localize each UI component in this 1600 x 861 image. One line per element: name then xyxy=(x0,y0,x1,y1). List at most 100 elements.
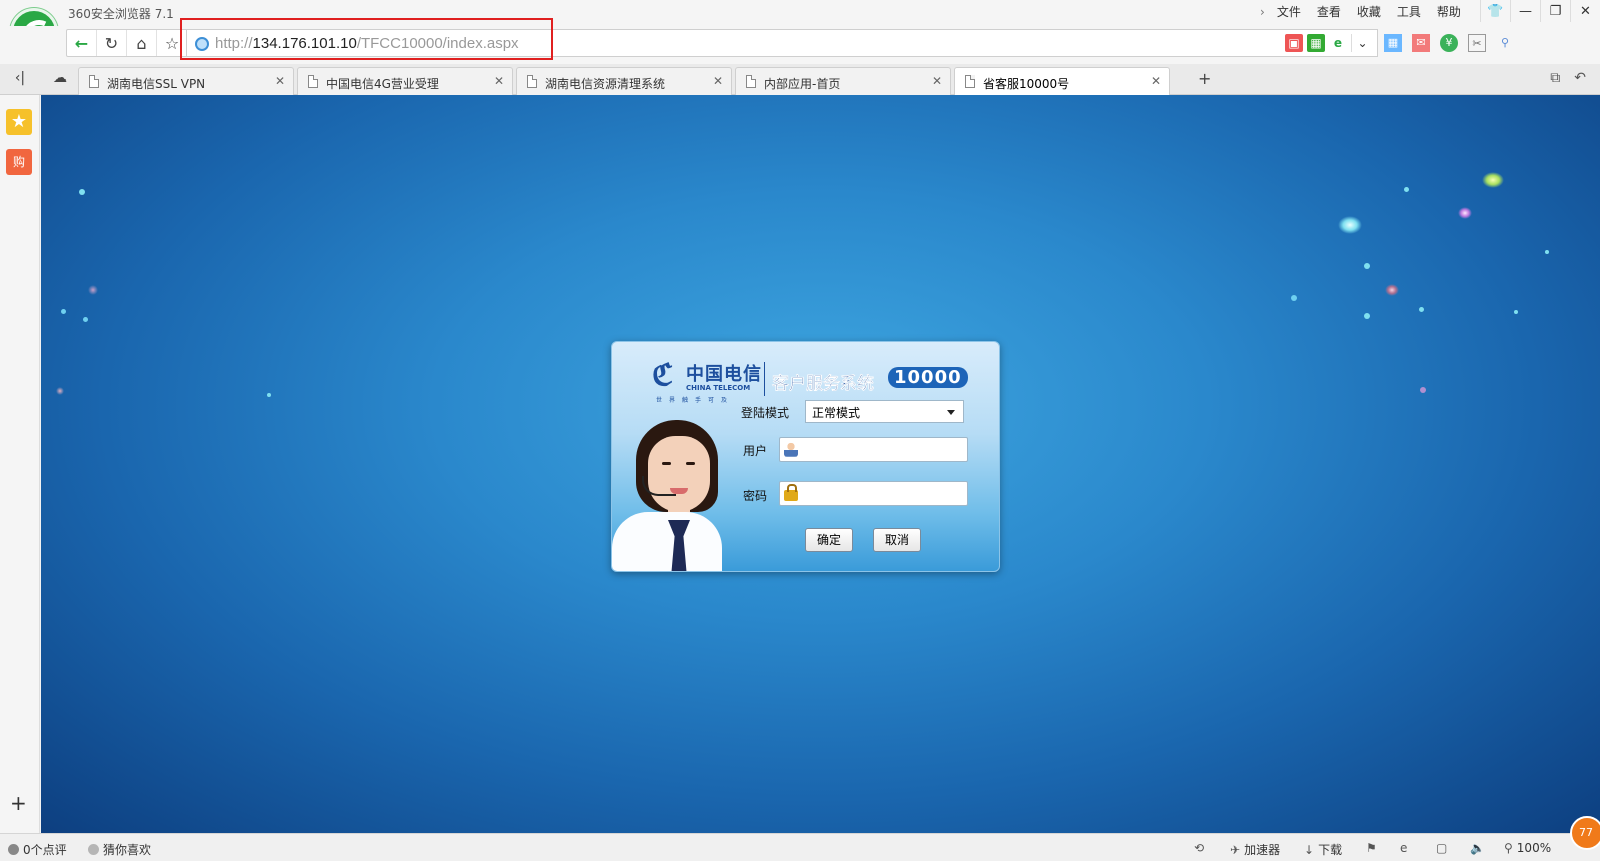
password-input[interactable] xyxy=(779,481,968,506)
password-label: 密码 xyxy=(743,489,768,503)
star-dot xyxy=(1545,250,1549,254)
shield-icon[interactable]: ¥ xyxy=(1440,34,1458,52)
accelerator-button[interactable]: ✈ 加速器 xyxy=(1230,841,1280,858)
rocket-icon: ✈ xyxy=(1230,842,1241,857)
brand-header: ℭ 中国电信 CHINA TELECOM 世界触手可及 客户服务系统 10000 xyxy=(652,358,968,404)
screenshot-icon[interactable]: ✂ xyxy=(1468,34,1486,52)
shopping-icon[interactable]: 购 xyxy=(6,149,32,175)
new-tab-icon[interactable]: + xyxy=(1198,69,1211,88)
close-tab-icon[interactable]: ✕ xyxy=(932,74,942,88)
tab-resource[interactable]: 湖南电信资源清理系统 ✕ xyxy=(516,67,732,95)
toolbar-right-icons: ▦ ✉ ¥ ✂ ⚲ xyxy=(1384,34,1514,52)
home-icon[interactable]: ⌂ xyxy=(127,30,157,56)
guess-icon xyxy=(88,844,99,855)
search-icon[interactable]: ⚲ xyxy=(1496,34,1514,52)
tab-bar-right: ⧉ ↶ xyxy=(1550,70,1586,86)
tab-label: 内部应用-首页 xyxy=(764,77,841,91)
brand-name: 中国电信 xyxy=(686,364,762,385)
address-highlight-box xyxy=(180,18,553,60)
notification-badge[interactable]: 77 xyxy=(1570,816,1600,850)
mode-select[interactable]: 正常模式 xyxy=(805,400,964,423)
star-dot xyxy=(1420,387,1426,393)
login-panel: ℭ 中国电信 CHINA TELECOM 世界触手可及 客户服务系统 10000… xyxy=(611,341,1000,572)
sound-icon[interactable]: 🔈 xyxy=(1470,841,1485,855)
page-content: ℭ 中国电信 CHINA TELECOM 世界触手可及 客户服务系统 10000… xyxy=(41,95,1600,833)
star-dot xyxy=(88,285,98,295)
agent-face xyxy=(648,436,710,512)
reviews-link[interactable]: 0个点评 xyxy=(8,841,67,858)
add-icon[interactable]: + xyxy=(10,791,27,815)
back-icon[interactable]: ← xyxy=(67,30,97,56)
service-agent-image xyxy=(612,420,722,571)
apps-icon[interactable]: ▦ xyxy=(1384,34,1402,52)
restore-tabs-icon[interactable]: ⧉ xyxy=(1550,70,1560,86)
tab-4g[interactable]: 中国电信4G营业受理 ✕ xyxy=(297,67,513,95)
star-dot xyxy=(1364,313,1370,319)
download-button[interactable]: ↓ 下载 xyxy=(1304,841,1342,858)
page-icon xyxy=(308,75,318,88)
close-button[interactable]: ✕ xyxy=(1570,0,1600,22)
star-dot xyxy=(61,309,66,314)
star-dot xyxy=(56,387,64,395)
tab-internal[interactable]: 内部应用-首页 ✕ xyxy=(735,67,951,95)
menu-bar: › 文件 查看 收藏 工具 帮助 xyxy=(1252,4,1469,20)
chevron-right-icon[interactable]: › xyxy=(1252,4,1269,20)
menu-view[interactable]: 查看 xyxy=(1309,4,1349,20)
tab-ssl-vpn[interactable]: 湖南电信SSL VPN ✕ xyxy=(78,67,294,95)
tab-label: 湖南电信SSL VPN xyxy=(107,77,206,91)
maximize-button[interactable]: ❐ xyxy=(1540,0,1570,22)
menu-help[interactable]: 帮助 xyxy=(1429,4,1469,20)
star-dot xyxy=(83,317,88,322)
guess-link[interactable]: 猜你喜欢 xyxy=(88,841,151,858)
sidebar-toggle-icon[interactable]: ‹| xyxy=(10,70,30,86)
tab-10000[interactable]: 省客服10000号 ✕ xyxy=(954,67,1170,96)
cloud-icon[interactable]: ☁ xyxy=(50,70,70,86)
mail-icon[interactable]: ✉ xyxy=(1412,34,1430,52)
brand-divider xyxy=(764,362,765,396)
glow-light xyxy=(1338,216,1362,234)
menu-file[interactable]: 文件 xyxy=(1269,4,1309,20)
close-tab-icon[interactable]: ✕ xyxy=(275,74,285,88)
page-icon xyxy=(965,75,975,88)
gift-icon[interactable]: ▣ xyxy=(1285,34,1303,52)
star-dot xyxy=(1404,187,1409,192)
star-dot xyxy=(79,189,85,195)
zoom-icon: ⚲ xyxy=(1504,841,1513,855)
zoom-control[interactable]: ⚲ 100% xyxy=(1504,841,1551,855)
username-input[interactable] xyxy=(779,437,968,462)
refresh-icon[interactable]: ↻ xyxy=(97,30,127,56)
ie-icon[interactable]: e xyxy=(1400,841,1407,855)
tab-label: 省客服10000号 xyxy=(983,77,1070,91)
cloud-sync-icon[interactable]: ⟲ xyxy=(1194,841,1204,855)
status-bar: 0个点评 猜你喜欢 ⟲ ✈ 加速器 ↓ 下载 ⚑ e ▢ 🔈 ⚲ 100% xyxy=(0,833,1600,861)
minimize-button[interactable]: — xyxy=(1510,0,1540,22)
nav-buttons: ← ↻ ⌂ ☆ xyxy=(66,29,188,57)
favorites-icon[interactable]: ★ xyxy=(6,109,32,135)
window-icon[interactable]: ▢ xyxy=(1436,841,1447,855)
qrcode-icon[interactable]: ▦ xyxy=(1307,34,1325,52)
review-icon xyxy=(8,844,19,855)
close-tab-icon[interactable]: ✕ xyxy=(713,74,723,88)
mode-value: 正常模式 xyxy=(812,406,861,420)
zoom-text: 100% xyxy=(1516,841,1552,855)
ok-button[interactable]: 确定 xyxy=(805,528,853,552)
tab-label: 中国电信4G营业受理 xyxy=(326,77,439,91)
skin-icon[interactable]: 👕 xyxy=(1480,0,1510,22)
page-icon xyxy=(89,75,99,88)
close-tab-icon[interactable]: ✕ xyxy=(494,74,504,88)
system-name: 客户服务系统 xyxy=(772,374,874,394)
agent-eye xyxy=(686,462,695,465)
menu-tools[interactable]: 工具 xyxy=(1389,4,1429,20)
address-bar-tools: ▣ ▦ e ⌄ xyxy=(1285,34,1373,52)
agent-eye xyxy=(662,462,671,465)
undo-close-icon[interactable]: ↶ xyxy=(1574,70,1586,86)
chevron-down-icon[interactable]: ⌄ xyxy=(1351,34,1373,52)
flag-icon[interactable]: ⚑ xyxy=(1366,841,1377,855)
agent-shirt xyxy=(612,512,722,571)
cancel-button[interactable]: 取消 xyxy=(873,528,921,552)
star-dot xyxy=(1364,263,1370,269)
menu-favorites[interactable]: 收藏 xyxy=(1349,4,1389,20)
close-tab-icon[interactable]: ✕ xyxy=(1151,74,1161,88)
user-label: 用户 xyxy=(743,444,768,458)
ie-mode-icon[interactable]: e xyxy=(1329,34,1347,52)
